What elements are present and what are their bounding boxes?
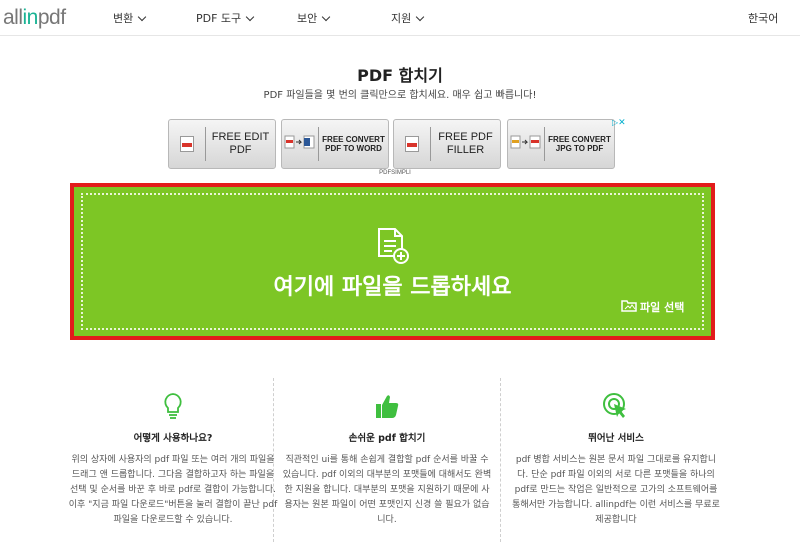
drop-zone-text: 여기에 파일을 드롭하세요 bbox=[273, 275, 512, 300]
nav-support[interactable]: 지원 bbox=[391, 10, 425, 26]
section-divider bbox=[500, 378, 501, 542]
ad-source-label: PDFSIMPLI bbox=[379, 170, 411, 176]
ad-close-icon[interactable]: ▷✕ bbox=[612, 118, 626, 128]
pdf-to-word-icon bbox=[282, 120, 318, 168]
add-file-icon bbox=[376, 227, 410, 269]
nav-convert[interactable]: 변환 bbox=[113, 10, 147, 26]
chevron-down-icon bbox=[322, 12, 331, 21]
page-subtitle: PDF 파일들을 몇 번의 클릭만으로 합치세요. 매우 쉽고 빠릅니다! bbox=[263, 90, 537, 101]
file-drop-zone[interactable]: 여기에 파일을 드롭하세요 파일 선택 bbox=[70, 183, 715, 340]
allinpdf-logo[interactable]: allinpdf bbox=[3, 6, 66, 30]
jpg-to-pdf-icon bbox=[508, 120, 544, 168]
pdf-file-icon bbox=[394, 120, 430, 168]
folder-icon bbox=[621, 299, 637, 315]
page-title: PDF 합치기 bbox=[357, 66, 443, 85]
pdf-file-icon bbox=[169, 120, 205, 168]
top-header: allinpdf 변환 PDF 도구 보안 지원 한국어 bbox=[0, 0, 800, 36]
chevron-down-icon bbox=[245, 12, 255, 21]
target-click-icon bbox=[511, 392, 721, 420]
thumbs-up-icon bbox=[282, 392, 492, 420]
nav-support-label: 지원 bbox=[391, 12, 412, 25]
feature-text: 직관적인 ui를 통해 손쉽게 결합할 pdf 순서를 바꿀 수 있습니다. p… bbox=[282, 455, 492, 525]
chevron-down-icon bbox=[138, 12, 147, 21]
nav-security[interactable]: 보안 bbox=[297, 10, 331, 26]
feature-great-service: 뛰어난 서비스 pdf 병합 서비스는 원본 문서 파일 그대로를 유지합니다.… bbox=[511, 392, 721, 528]
ad-edit-pdf[interactable]: FREE EDIT PDF bbox=[168, 119, 276, 169]
choose-file-label: 파일 선택 bbox=[640, 301, 685, 314]
ad-label: FREE PDF FILLER bbox=[438, 131, 493, 156]
feature-text: pdf 병합 서비스는 원본 문서 파일 그대로를 유지합니다. 단순 pdf … bbox=[512, 455, 720, 525]
ad-label: FREE CONVERT PDF TO WORD bbox=[322, 134, 385, 153]
feature-title: 뛰어난 서비스 bbox=[588, 433, 644, 444]
ad-close-label: ✕ bbox=[618, 118, 626, 128]
logo-text-accent: in bbox=[22, 6, 39, 29]
nav-pdf-tools-label: PDF 도구 bbox=[196, 12, 242, 25]
nav-pdf-tools[interactable]: PDF 도구 bbox=[196, 10, 255, 26]
choose-file-button[interactable]: 파일 선택 bbox=[621, 299, 684, 315]
feature-easy-merge: 손쉬운 pdf 합치기 직관적인 ui를 통해 손쉽게 결합할 pdf 순서를 … bbox=[282, 392, 492, 528]
language-selector[interactable]: 한국어 bbox=[748, 10, 778, 26]
feature-title: 어떻게 사용하나요? bbox=[133, 433, 213, 444]
chevron-down-icon bbox=[416, 12, 425, 21]
nav-convert-label: 변환 bbox=[113, 12, 134, 25]
lightbulb-icon bbox=[68, 392, 278, 420]
nav-security-label: 보안 bbox=[297, 12, 318, 25]
ad-jpg-to-pdf[interactable]: FREE CONVERT JPG TO PDF bbox=[507, 119, 615, 169]
feature-how-to: 어떻게 사용하나요? 위의 상자에 사용자의 pdf 파일 또는 여러 개의 파… bbox=[68, 392, 278, 528]
feature-title: 손쉬운 pdf 합치기 bbox=[348, 433, 426, 444]
logo-text-left: all bbox=[3, 6, 23, 29]
ad-pdf-filler[interactable]: FREE PDF FILLER bbox=[393, 119, 501, 169]
feature-text: 위의 상자에 사용자의 pdf 파일 또는 여러 개의 파일을 드래그 앤 드롭… bbox=[68, 455, 278, 525]
ad-label: FREE CONVERT JPG TO PDF bbox=[548, 134, 611, 153]
ad-pdf-to-word[interactable]: FREE CONVERT PDF TO WORD bbox=[281, 119, 389, 169]
ad-label: FREE EDIT PDF bbox=[211, 131, 270, 156]
logo-text-right: pdf bbox=[37, 6, 66, 29]
